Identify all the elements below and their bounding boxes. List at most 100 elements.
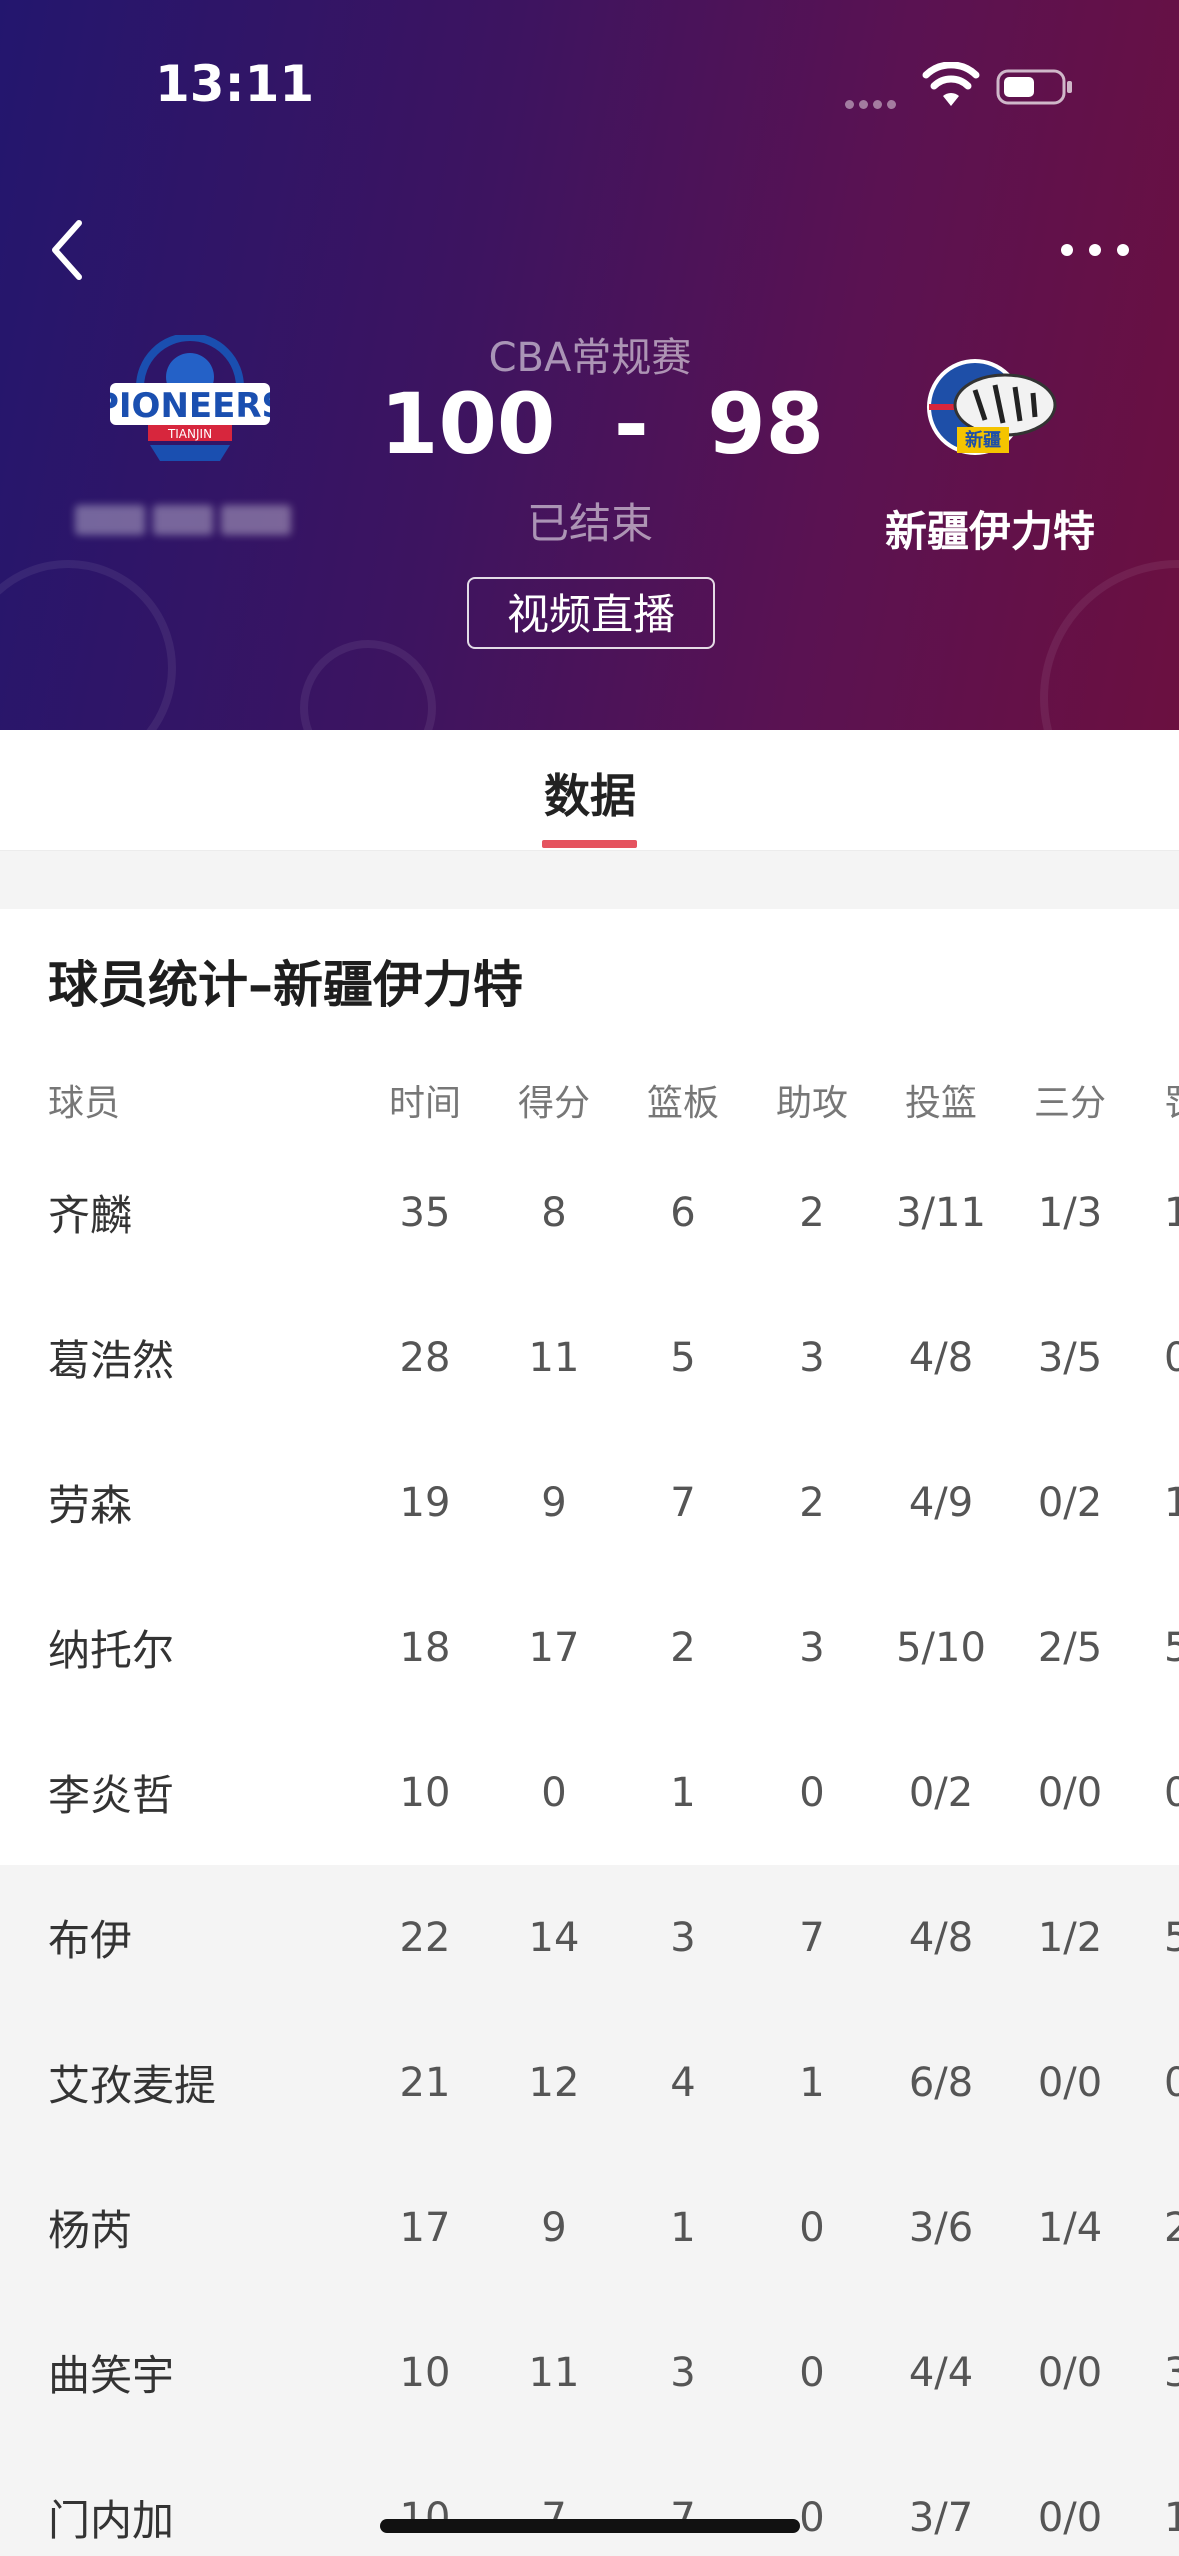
tab-data[interactable]: 数据: [520, 760, 660, 826]
stat-minutes: 35: [399, 1189, 451, 1236]
stat-points: 14: [528, 1914, 580, 1961]
column-header-assists: 助攻: [775, 1083, 848, 1124]
player-row[interactable]: 曲笑宇 10 11 3 0 4/4 0/0 3: [0, 2300, 1179, 2445]
svg-text:PIONEERS: PIONEERS: [110, 386, 270, 426]
stat-field-goals: 6/8: [908, 2059, 974, 2106]
battery-icon: [996, 69, 1072, 105]
stat-free-throws: 2: [1164, 2204, 1179, 2251]
stat-free-throws: 0: [1164, 1334, 1179, 1381]
player-name: 纳托尔: [48, 1626, 175, 1675]
stat-three-pointers: 2/5: [1037, 1624, 1103, 1671]
player-name: 艾孜麦提: [48, 2061, 217, 2110]
stat-assists: 0: [799, 2494, 825, 2541]
stat-three-pointers: 1/3: [1037, 1189, 1103, 1236]
stat-minutes: 17: [399, 2204, 451, 2251]
more-options-button[interactable]: [1055, 235, 1135, 265]
match-status: 已结束: [526, 499, 653, 548]
stat-field-goals: 0/2: [908, 1769, 974, 1816]
stat-points: 9: [541, 1479, 567, 1526]
match-header: 13:11 PIONEERS TIANJIN CBA常规赛 100 - 98 已…: [0, 0, 1179, 730]
stat-minutes: 21: [399, 2059, 451, 2106]
stat-assists: 0: [799, 2204, 825, 2251]
stat-field-goals: 3/11: [896, 1189, 986, 1236]
svg-text:TIANJIN: TIANJIN: [167, 427, 212, 441]
video-live-button[interactable]: 视频直播: [467, 577, 715, 649]
stat-rebounds: 7: [670, 2494, 696, 2541]
stat-field-goals: 4/8: [908, 1334, 974, 1381]
status-time: 13:11: [155, 55, 315, 113]
away-team-name: 新疆伊力特: [884, 507, 1095, 556]
stat-free-throws: 5: [1164, 1624, 1179, 1671]
player-name: 门内加: [48, 2496, 175, 2545]
stat-three-pointers: 0/0: [1037, 1769, 1103, 1816]
player-name: 李炎哲: [48, 1771, 175, 1820]
player-row[interactable]: 布伊 22 14 3 7 4/8 1/2 5: [0, 1865, 1179, 2010]
stat-rebounds: 3: [670, 1914, 696, 1961]
stat-three-pointers: 0/0: [1037, 2349, 1103, 2396]
stat-points: 11: [528, 2349, 580, 2396]
stat-minutes: 22: [399, 1914, 451, 1961]
stat-assists: 7: [799, 1914, 825, 1961]
stat-rebounds: 2: [670, 1624, 696, 1671]
stat-three-pointers: 0/2: [1037, 1479, 1103, 1526]
stat-field-goals: 5/10: [896, 1624, 986, 1671]
svg-text:新疆: 新疆: [965, 429, 1001, 451]
away-score: 98: [707, 375, 825, 473]
stat-three-pointers: 0/0: [1037, 2494, 1103, 2541]
stat-rebounds: 5: [670, 1334, 696, 1381]
stat-field-goals: 3/7: [908, 2494, 974, 2541]
player-row[interactable]: 齐麟 35 8 6 2 3/11 1/3 1: [0, 1140, 1179, 1285]
stat-points: 17: [528, 1624, 580, 1671]
player-name: 曲笑宇: [48, 2351, 175, 2400]
stat-points: 7: [541, 2494, 567, 2541]
player-row[interactable]: 艾孜麦提 21 12 4 1 6/8 0/0 0: [0, 2010, 1179, 2155]
stat-minutes: 28: [399, 1334, 451, 1381]
stat-assists: 2: [799, 1479, 825, 1526]
stat-field-goals: 4/9: [908, 1479, 974, 1526]
stat-assists: 3: [799, 1334, 825, 1381]
stat-free-throws: 1: [1164, 1189, 1179, 1236]
player-row[interactable]: 葛浩然 28 11 5 3 4/8 3/5 0: [0, 1285, 1179, 1430]
column-header-three-pointers: 三分: [1033, 1083, 1106, 1124]
home-score: 100: [380, 375, 556, 473]
stat-field-goals: 4/8: [908, 1914, 974, 1961]
stat-assists: 2: [799, 1189, 825, 1236]
player-name: 葛浩然: [48, 1336, 175, 1385]
home-indicator: [380, 2519, 800, 2533]
stat-free-throws: 5: [1164, 1914, 1179, 1961]
player-row[interactable]: 杨芮 17 9 1 0 3/6 1/4 2: [0, 2155, 1179, 2300]
stats-section-title: 球员统计–新疆伊力特: [48, 956, 523, 1014]
stat-minutes: 18: [399, 1624, 451, 1671]
player-row[interactable]: 劳森 19 9 7 2 4/9 0/2 1: [0, 1430, 1179, 1575]
stat-points: 8: [541, 1189, 567, 1236]
stat-free-throws: 1: [1164, 2494, 1179, 2541]
signal-icon: [845, 94, 903, 109]
stat-rebounds: 6: [670, 1189, 696, 1236]
home-team-name: [75, 505, 300, 545]
stat-minutes: 19: [399, 1479, 451, 1526]
stat-minutes: 10: [399, 2494, 451, 2541]
score-separator: -: [613, 375, 649, 473]
column-header-time: 时间: [388, 1083, 461, 1124]
stat-assists: 1: [799, 2059, 825, 2106]
stat-free-throws: 0: [1164, 2059, 1179, 2106]
decor-circle: [1040, 560, 1179, 730]
stat-points: 11: [528, 1334, 580, 1381]
player-row[interactable]: 李炎哲 10 0 1 0 0/2 0/0 0: [0, 1720, 1179, 1865]
stat-minutes: 10: [399, 1769, 451, 1816]
player-row[interactable]: 门内加 10 7 7 0 3/7 0/0 1: [0, 2445, 1179, 2556]
stat-rebounds: 7: [670, 1479, 696, 1526]
stat-points: 9: [541, 2204, 567, 2251]
column-header-player: 球员: [48, 1083, 121, 1124]
column-header-points: 得分: [517, 1083, 590, 1124]
stat-field-goals: 3/6: [908, 2204, 974, 2251]
column-header-rebounds: 篮板: [646, 1083, 719, 1124]
player-name: 劳森: [48, 1481, 133, 1530]
decor-circle: [300, 640, 436, 730]
stat-three-pointers: 3/5: [1037, 1334, 1103, 1381]
stat-field-goals: 4/4: [908, 2349, 974, 2396]
stat-assists: 3: [799, 1624, 825, 1671]
player-row[interactable]: 纳托尔 18 17 2 3 5/10 2/5 5: [0, 1575, 1179, 1720]
back-button[interactable]: [45, 215, 95, 285]
stat-free-throws: 1: [1164, 1479, 1179, 1526]
